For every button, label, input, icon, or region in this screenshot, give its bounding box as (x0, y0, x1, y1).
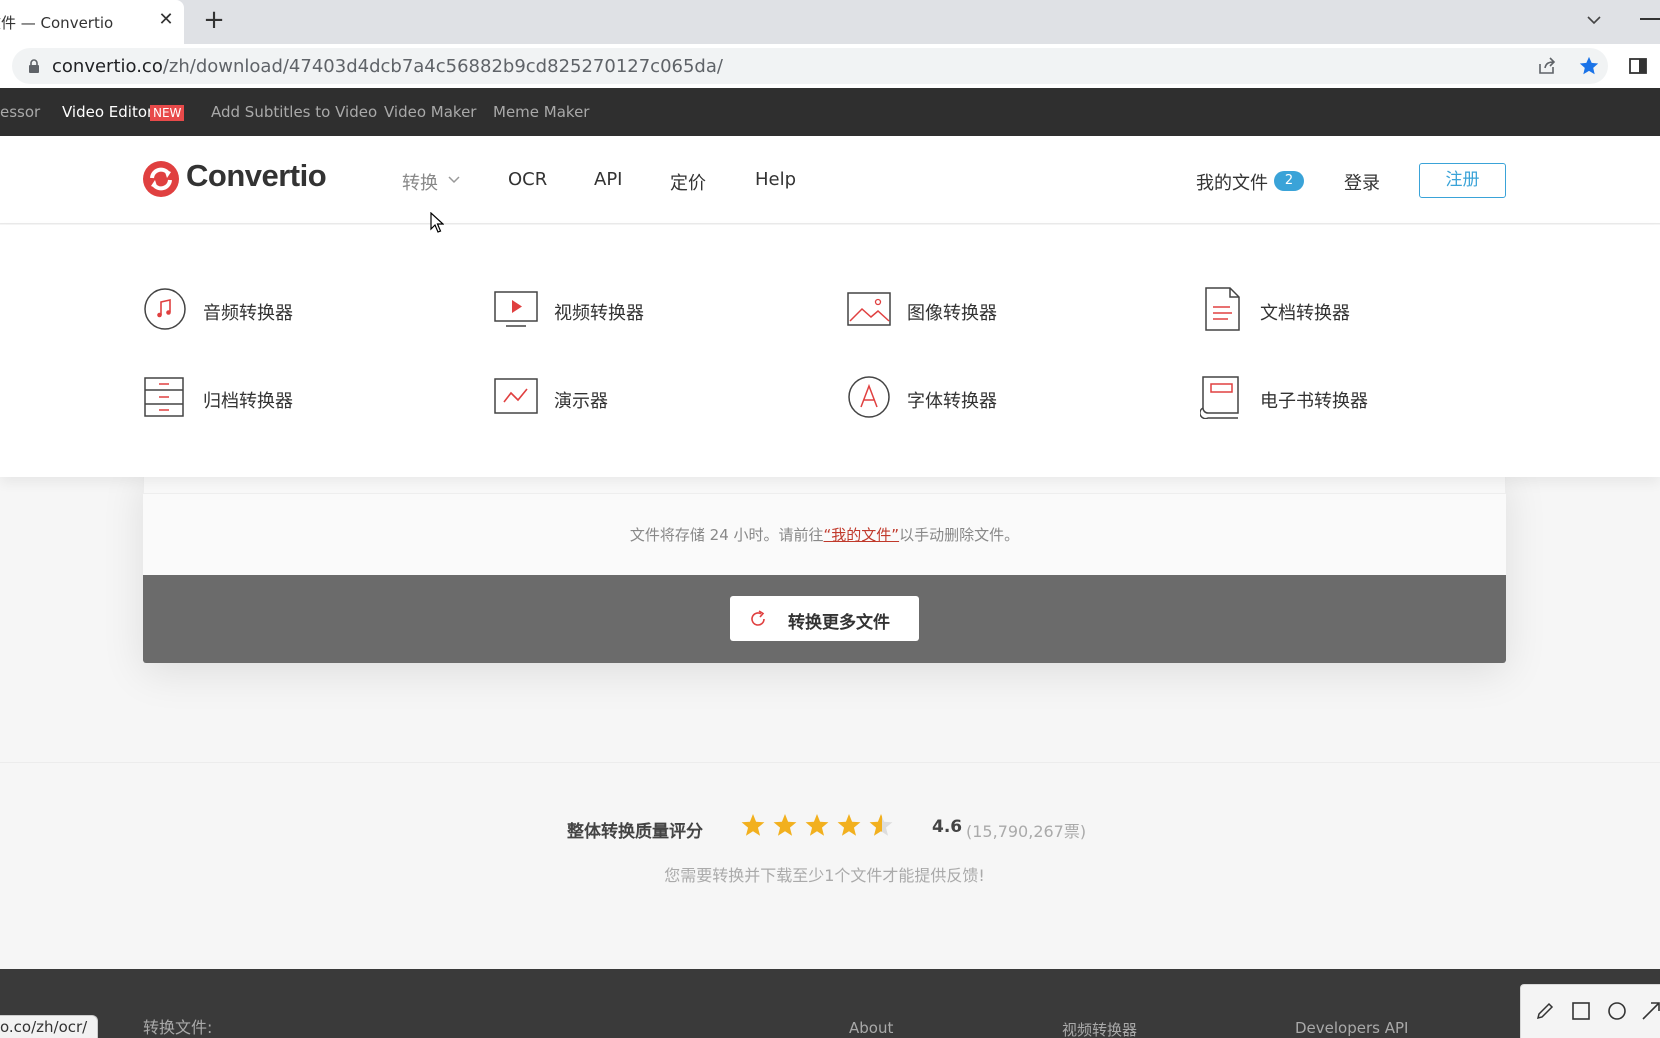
refresh-icon (751, 610, 765, 626)
signup-button[interactable]: 注册 (1419, 163, 1506, 198)
url-path: /zh/download/47403d4dcb7a4c56882b9cd8252… (162, 56, 723, 77)
ebook-icon (1200, 376, 1239, 419)
menu-item-label: 图像转换器 (907, 303, 997, 324)
mouse-cursor-icon (430, 212, 444, 233)
topnav-item-compressor[interactable]: essor (0, 103, 40, 121)
lock-icon[interactable] (28, 59, 40, 73)
site-footer: 转换文件: About 视频转换器 Developers API (0, 969, 1660, 1038)
tab-title: 文件 — Convertio (0, 14, 114, 32)
circle-tool-icon[interactable] (1607, 1001, 1627, 1021)
rectangle-tool-icon[interactable] (1571, 1001, 1591, 1021)
tab-close-icon[interactable]: ✕ (155, 9, 177, 31)
menu-item-label: 电子书转换器 (1260, 391, 1368, 412)
menu-item-label: 归档转换器 (203, 391, 293, 412)
star-icon (741, 814, 765, 836)
tab-search-chevron-icon[interactable] (1584, 10, 1604, 30)
nav-api[interactable]: API (594, 169, 622, 190)
rating-votes: (15,790,267票) (966, 822, 1087, 841)
menu-item-label: 文档转换器 (1260, 303, 1350, 324)
menu-item-label: 音频转换器 (203, 303, 293, 324)
arrow-tool-icon[interactable] (1641, 1001, 1660, 1021)
my-files-inline-link[interactable]: “我的文件” (824, 526, 900, 544)
url-omnibox[interactable]: convertio.co/zh/download/47403d4dcb7a4c5… (12, 48, 1608, 84)
convert-more-label: 转换更多文件 (788, 613, 890, 633)
music-note-icon (144, 288, 186, 330)
site-header: Convertio 转换 OCR API 定价 Help 我的文件 2 登录 注… (0, 136, 1660, 224)
nav-ocr[interactable]: OCR (508, 169, 547, 190)
new-badge: NEW (150, 105, 185, 121)
site-top-nav: essor Video Editor NEW Add Subtitles to … (0, 88, 1660, 136)
archive-icon (144, 377, 184, 417)
storage-note-text: 文件将存储 24 小时。请前往 (629, 526, 824, 544)
convert-more-button[interactable]: 转换更多文件 (730, 596, 919, 641)
annotation-toolbar (1520, 984, 1660, 1038)
url-text[interactable]: convertio.co/zh/download/47403d4dcb7a4c5… (52, 56, 723, 77)
section-divider (0, 762, 1660, 763)
side-panel-icon[interactable] (1628, 56, 1648, 76)
storage-note-text-end: 以手动删除文件。 (899, 526, 1020, 544)
share-icon[interactable] (1537, 56, 1557, 76)
star-icon (773, 814, 797, 836)
rating-title: 整体转换质量评分 (567, 822, 703, 842)
files-count-badge: 2 (1274, 171, 1304, 191)
menu-item-label: 字体转换器 (907, 391, 997, 412)
image-icon (847, 292, 891, 326)
browser-address-bar: convertio.co/zh/download/47403d4dcb7a4c5… (0, 44, 1660, 88)
browser-tab-bar: 文件 — Convertio ✕ + (0, 0, 1660, 44)
browser-tab[interactable]: 文件 — Convertio ✕ (0, 0, 184, 44)
pencil-icon[interactable] (1535, 1001, 1555, 1021)
logo-text[interactable]: Convertio (186, 158, 327, 194)
converter-dropdown-menu: 音频转换器 视频转换器 图像转换器 文档转换器 归档转换器 演示器 字体转换器 … (0, 225, 1660, 477)
topnav-item-meme-maker[interactable]: Meme Maker (493, 103, 589, 121)
nav-help[interactable]: Help (755, 169, 796, 190)
rating-hint: 您需要转换并下载至少1个文件才能提供反馈! (664, 866, 985, 885)
menu-item-label: 视频转换器 (554, 303, 644, 324)
login-link[interactable]: 登录 (1344, 169, 1380, 195)
document-icon (1205, 287, 1240, 331)
bookmark-star-icon[interactable] (1578, 55, 1600, 77)
topnav-item-video-maker[interactable]: Video Maker (384, 103, 476, 121)
my-files-link[interactable]: 我的文件 (1196, 169, 1268, 195)
star-icon (805, 814, 829, 836)
star-icon (837, 814, 861, 836)
video-play-icon (494, 291, 538, 327)
chevron-down-icon[interactable] (448, 176, 460, 184)
window-minimize-icon[interactable] (1640, 18, 1660, 20)
url-host: convertio.co (52, 56, 163, 77)
menu-item-label: 演示器 (554, 391, 608, 412)
nav-pricing[interactable]: 定价 (670, 169, 706, 195)
status-bar-url: o.co/zh/ocr/ (0, 1015, 99, 1038)
footer-convert-files: 转换文件: (143, 1018, 213, 1037)
footer-link-about[interactable]: About (849, 1019, 893, 1037)
storage-note: 文件将存储 24 小时。请前往“我的文件”以手动删除文件。 (0, 524, 1649, 545)
rating-score: 4.6 (932, 817, 963, 837)
topnav-item-add-subtitles[interactable]: Add Subtitles to Video (211, 103, 377, 121)
presentation-icon (494, 378, 538, 414)
new-tab-icon[interactable]: + (200, 6, 228, 34)
footer-link-video-converter[interactable]: 视频转换器 (1062, 1019, 1137, 1038)
font-icon (848, 376, 890, 418)
nav-convert[interactable]: 转换 (402, 169, 438, 195)
star-icon (869, 814, 893, 836)
rating-stars (741, 814, 893, 836)
topnav-item-video-editor[interactable]: Video Editor (62, 103, 153, 121)
convertio-logo-icon[interactable] (142, 160, 180, 198)
footer-link-developers-api[interactable]: Developers API (1295, 1019, 1408, 1037)
